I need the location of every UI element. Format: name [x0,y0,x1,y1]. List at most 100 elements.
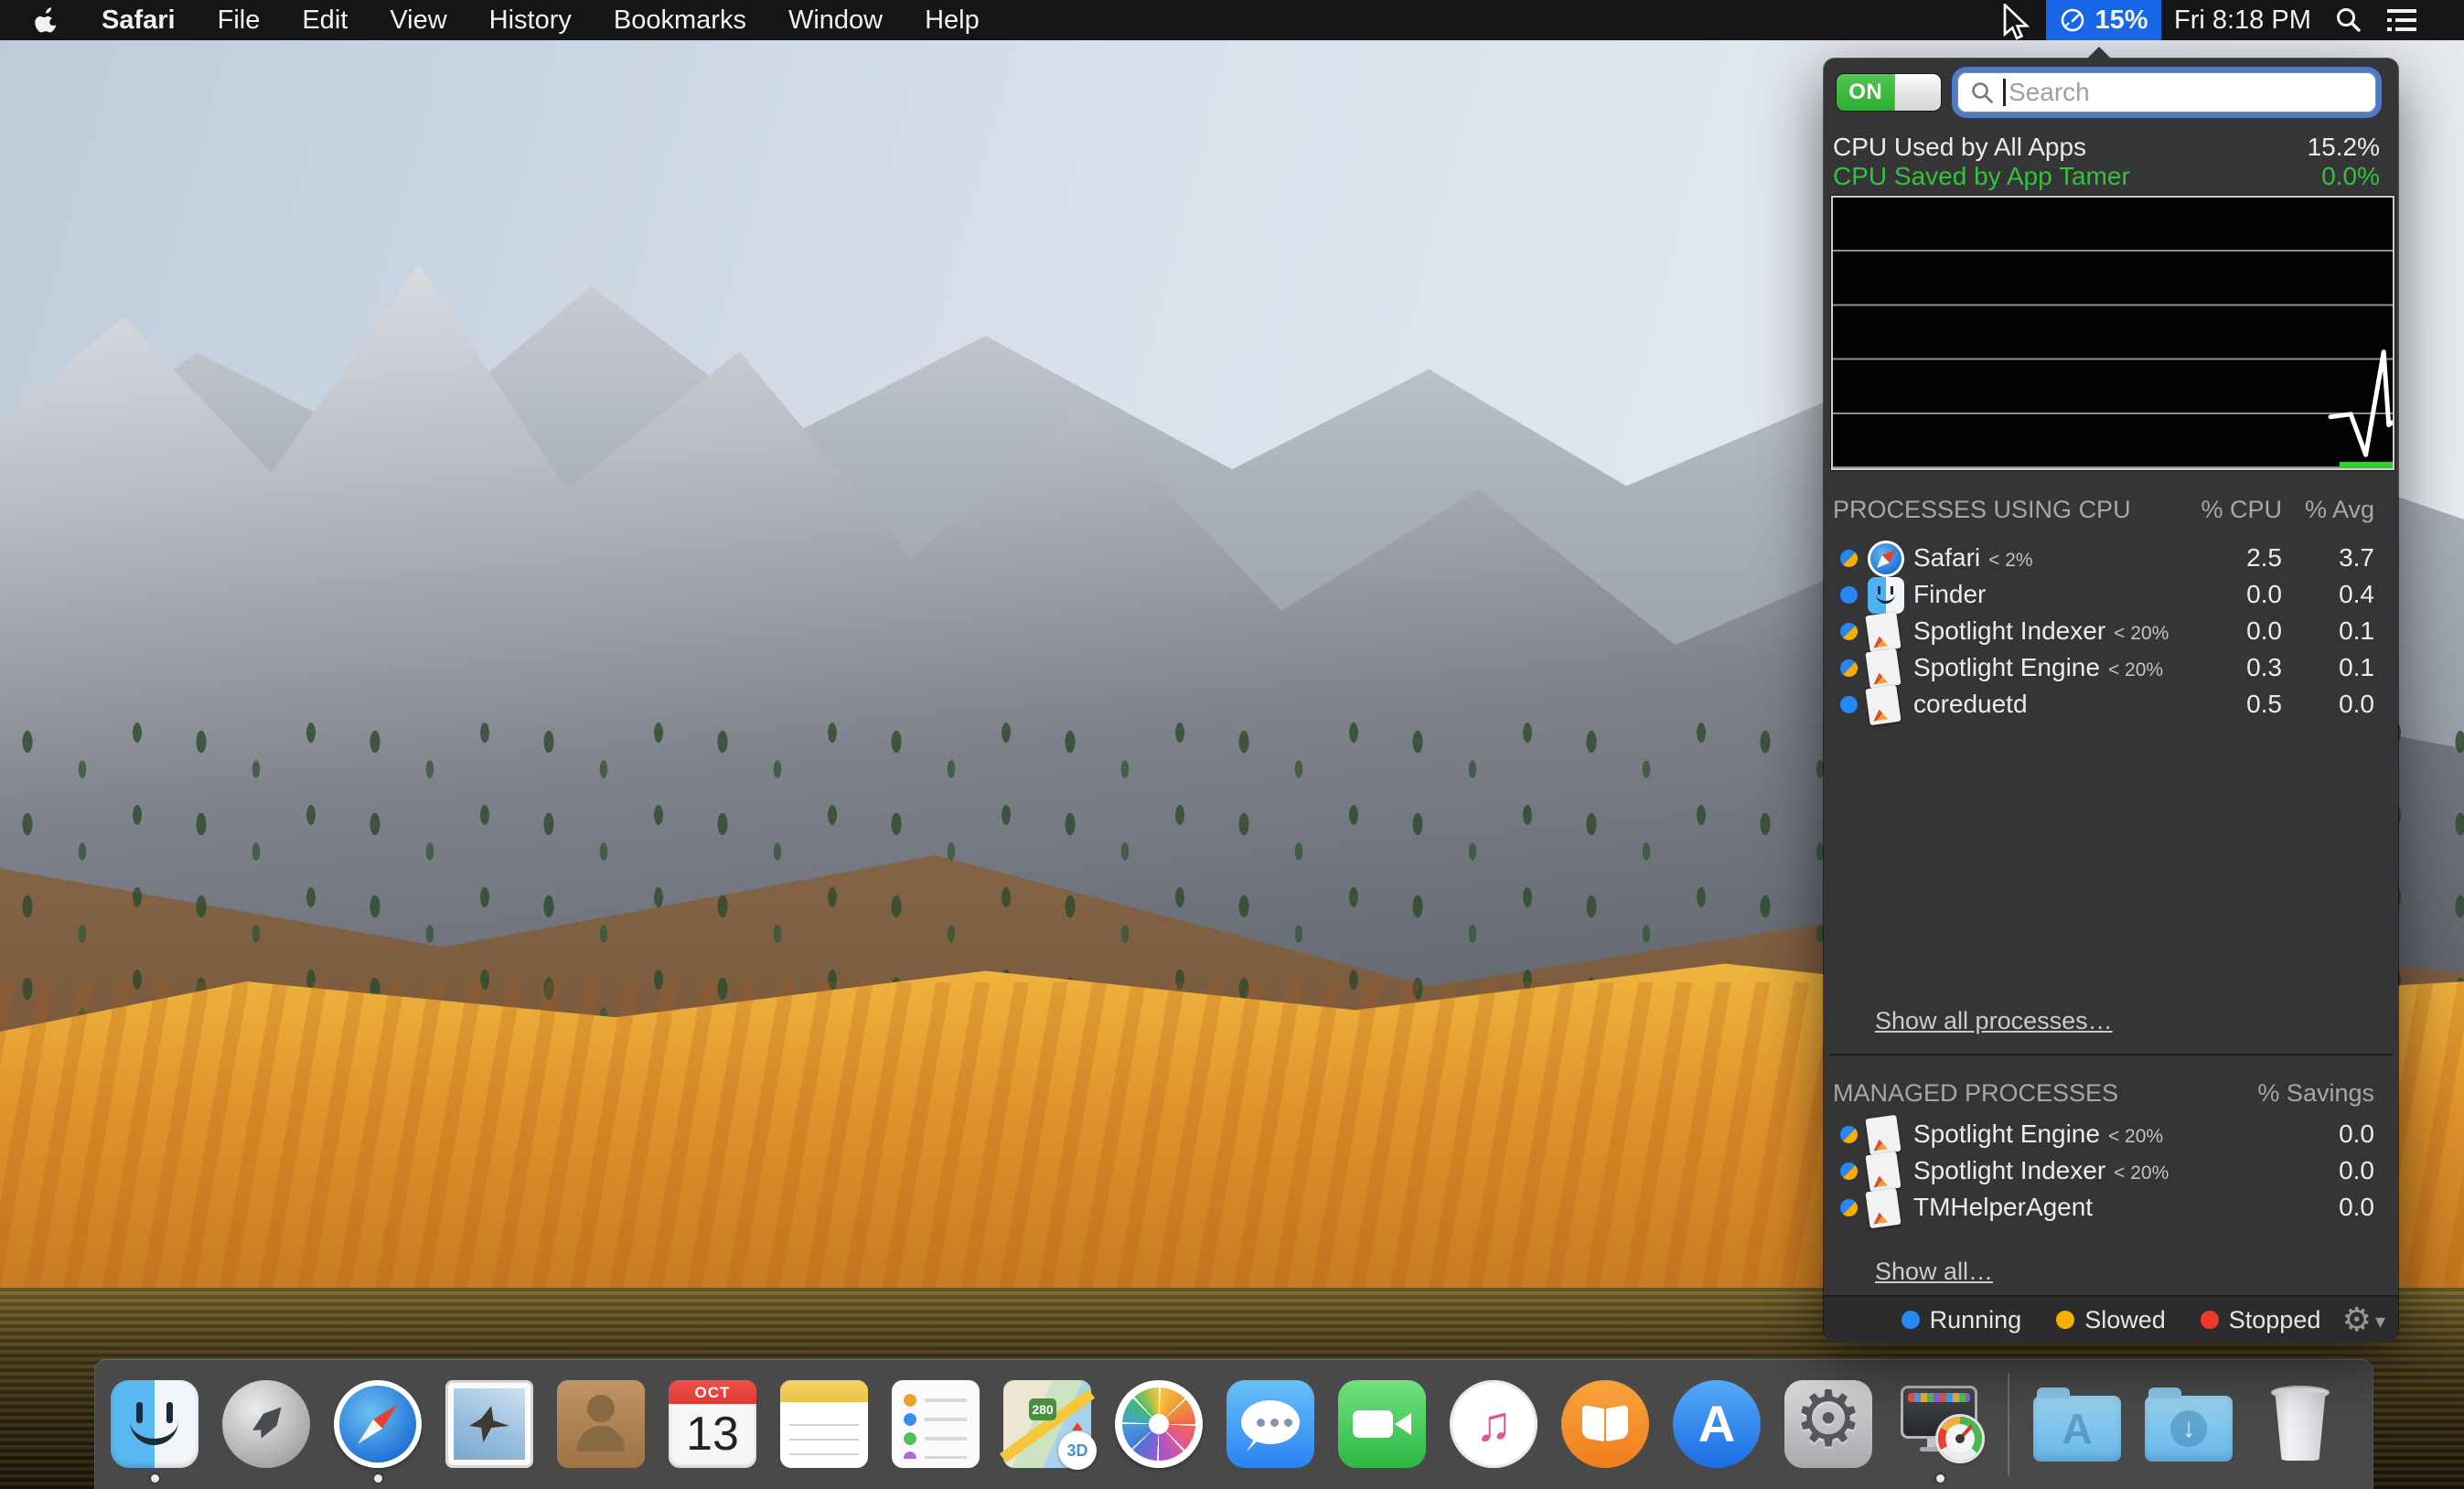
toggle-knob[interactable] [1894,74,1941,111]
process-limit: < 20% [2114,623,2169,644]
dock-notes-icon[interactable] [780,1380,868,1468]
dock: OCT 13 280 3D [94,1359,2373,1489]
dock-applications-folder-icon[interactable] [2033,1387,2121,1474]
dock-itunes-icon[interactable] [1450,1380,1537,1468]
status-dot-running-slowed [1840,1162,1858,1180]
menu-view[interactable]: View [369,0,467,40]
process-avg: 0.0 [2292,686,2374,723]
menu-bar: Safari File Edit View History Bookmarks … [0,0,2464,40]
managed-section-header: MANAGED PROCESSES % Savings [1833,1077,2398,1109]
cpu-used-stat: CPU Used by All Apps 15.2% [1833,134,2380,161]
download-arrow-icon [2170,1410,2207,1447]
processes-title: PROCESSES USING CPU [1833,496,2131,523]
dock-appstore-icon[interactable] [1673,1380,1761,1468]
process-limit: < 20% [2114,1162,2169,1184]
col-savings-header: % Savings [2257,1077,2374,1109]
process-row-finder[interactable]: Finder 0.0 0.4 [1824,576,2398,613]
gear-icon [2342,1297,2372,1343]
legend-slowed: Slowed [2056,1306,2166,1334]
spotlight-menu-item[interactable] [2328,0,2370,40]
finder-app-icon [1868,577,1904,614]
mouse-cursor [1999,4,2032,40]
col-cpu-header: % CPU [2201,494,2282,525]
managed-row-spotlight-engine[interactable]: Spotlight Engine< 20% 0.0 [1824,1116,2398,1152]
list-icon [2387,8,2416,32]
dock-photos-icon[interactable] [1115,1380,1203,1468]
process-row-spotlight-engine[interactable]: Spotlight Engine< 20% 0.3 0.1 [1824,649,2398,686]
dock-reminders-icon[interactable] [892,1380,980,1468]
status-dot-running-slowed [1840,659,1858,677]
menu-file[interactable]: File [197,0,282,40]
app-tamer-menu-extra[interactable]: 15% [2046,0,2161,40]
process-row-safari[interactable]: Safari< 2% 2.5 3.7 [1824,540,2398,576]
slowed-dot [2056,1311,2074,1329]
cpu-saved-value: 0.0% [2321,162,2380,191]
managed-row-spotlight-indexer[interactable]: Spotlight Indexer< 20% 0.0 [1824,1152,2398,1189]
dock-trash-icon[interactable] [2256,1380,2344,1468]
dock-contacts-icon[interactable] [557,1380,645,1468]
apple-menu-icon[interactable] [13,0,80,40]
slowed-label: Slowed [2084,1306,2166,1334]
process-cpu: 0.5 [2181,686,2282,723]
executable-doc-icon [1865,685,1901,725]
dock-safari-icon[interactable] [334,1380,422,1468]
show-all-managed-link[interactable]: Show all… [1875,1256,1993,1287]
calendar-month: OCT [669,1380,756,1404]
status-dot-running-slowed [1840,550,1858,567]
process-limit: < 2% [1988,550,2032,571]
process-name: Safari [1913,543,1980,572]
photos-flower [1122,1387,1195,1461]
menu-edit[interactable]: Edit [281,0,369,40]
settings-menu-button[interactable] [2342,1297,2385,1343]
dock-downloads-folder-icon[interactable] [2145,1387,2233,1474]
dock-system-preferences-icon[interactable] [1784,1380,1872,1468]
process-name: Spotlight Indexer [1913,616,2105,645]
calendar-day: 13 [669,1402,756,1468]
dock-finder-icon[interactable] [111,1380,198,1468]
dock-launchpad-icon[interactable] [222,1380,310,1468]
process-row-coreduetd[interactable]: coreduetd 0.5 0.0 [1824,686,2398,723]
process-name: TMHelperAgent [1913,1193,2093,1221]
dock-calendar-icon[interactable]: OCT 13 [669,1380,756,1468]
process-row-spotlight-indexer[interactable]: Spotlight Indexer< 20% 0.0 0.1 [1824,613,2398,649]
dock-messages-icon[interactable] [1227,1380,1314,1468]
menu-clock[interactable]: Fri 8:18 PM [2161,0,2324,40]
search-input[interactable] [1957,72,2376,112]
safari-app-icon [1868,541,1904,577]
notification-center-menu-item[interactable] [2376,0,2427,40]
dock-ibooks-icon[interactable] [1561,1380,1649,1468]
menu-help[interactable]: Help [904,0,1001,40]
app-tamer-popover: ON CPU Used by All Apps 15.2% CPU Saved … [1824,59,2398,1341]
executable-doc-icon [1865,1188,1901,1228]
process-cpu: 0.0 [2181,576,2282,613]
search-field[interactable] [1957,72,2376,112]
process-savings: 0.0 [2274,1152,2374,1189]
show-all-processes-link[interactable]: Show all processes… [1875,1005,2113,1036]
app-tamer-on-toggle[interactable]: ON [1837,74,1941,111]
managed-row-tmhelperagent[interactable]: TMHelperAgent 0.0 [1824,1189,2398,1226]
dock-facetime-icon[interactable] [1338,1380,1426,1468]
running-indicator-dot [151,1474,159,1483]
running-indicator-dot [1936,1474,1944,1483]
dock-mail-icon[interactable] [445,1380,533,1468]
cpu-gauge-icon [2059,6,2086,34]
apple-logo-icon [35,6,59,34]
executable-doc-icon [1865,1115,1901,1155]
menu-app-name[interactable]: Safari [80,0,197,40]
menu-bookmarks[interactable]: Bookmarks [593,0,767,40]
dock-separator [2008,1373,2009,1475]
process-cpu: 2.5 [2181,540,2282,576]
menu-history[interactable]: History [468,0,593,40]
cpu-percent-label: 15% [2094,5,2148,36]
panel-footer: Running Slowed Stopped [1824,1295,2398,1343]
process-cpu: 0.3 [2181,649,2282,686]
toggle-on-label: ON [1837,74,1894,111]
process-name: Spotlight Engine [1913,653,2100,681]
process-avg: 0.1 [2292,613,2374,649]
process-name: Finder [1913,580,1986,608]
process-avg: 0.1 [2292,649,2374,686]
dock-app-tamer-icon[interactable] [1896,1380,1984,1468]
menu-window[interactable]: Window [767,0,904,40]
section-divider [1829,1054,2393,1055]
dock-maps-icon[interactable]: 280 3D [1003,1380,1091,1468]
